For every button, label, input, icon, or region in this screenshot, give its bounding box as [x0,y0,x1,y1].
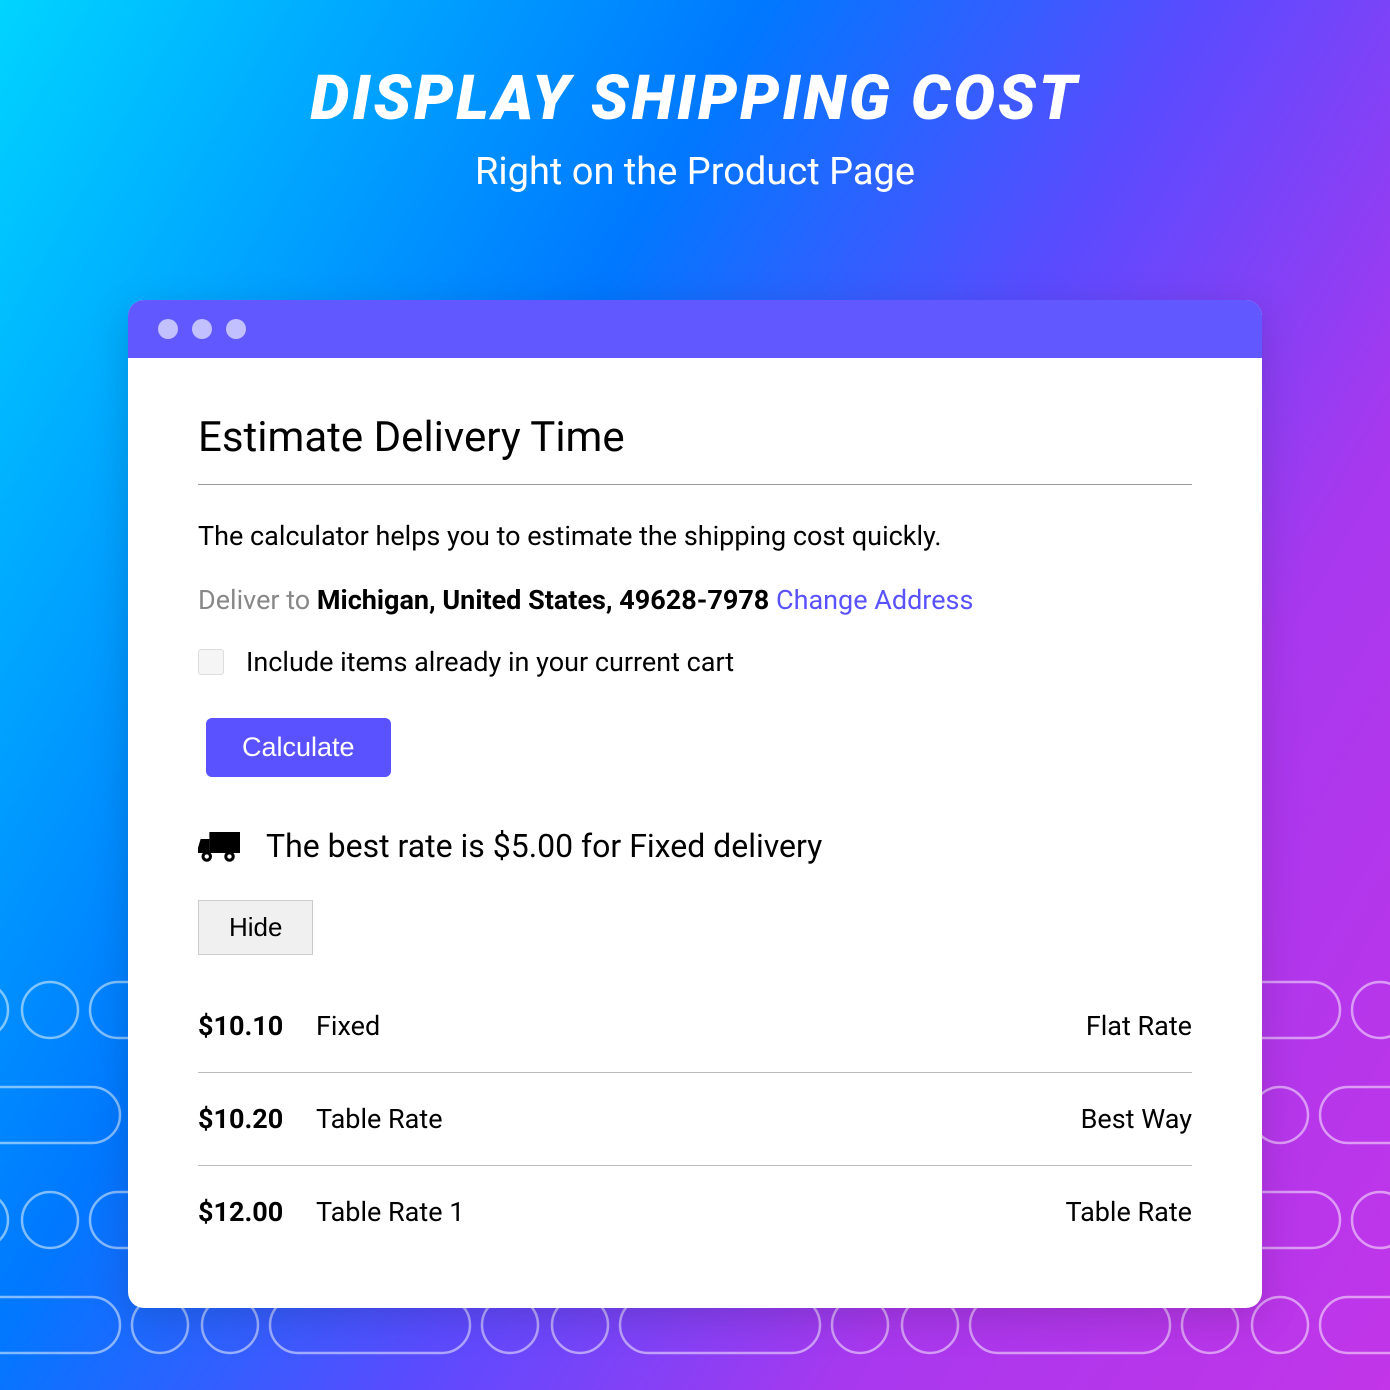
rate-price: $12.00 [198,1196,316,1228]
deliver-line: Deliver to Michigan, United States, 4962… [198,584,1192,616]
description: The calculator helps you to estimate the… [198,520,1192,552]
rate-name: Table Rate 1 [316,1196,1065,1228]
best-rate-text: The best rate is $5.00 for Fixed deliver… [266,827,822,865]
rates-table: $10.10 Fixed Flat Rate $10.20 Table Rate… [198,980,1192,1258]
rate-row: $12.00 Table Rate 1 Table Rate [198,1166,1192,1258]
include-cart-row: Include items already in your current ca… [198,646,1192,678]
header-subtitle: Right on the Product Page [0,150,1390,194]
rate-type: Flat Rate [1086,1010,1192,1042]
rate-type: Best Way [1081,1103,1192,1135]
rate-row: $10.20 Table Rate Best Way [198,1073,1192,1166]
panel-title: Estimate Delivery Time [198,413,1192,485]
calculate-button[interactable]: Calculate [206,718,391,777]
rate-type: Table Rate [1065,1196,1192,1228]
rate-price: $10.20 [198,1103,316,1135]
deliver-prefix: Deliver to [198,584,317,616]
rate-row: $10.10 Fixed Flat Rate [198,980,1192,1073]
header-title: DISPLAY SHIPPING COST [0,62,1390,135]
include-cart-label: Include items already in your current ca… [246,646,734,678]
rate-name: Table Rate [316,1103,1081,1135]
window-control-close[interactable] [158,319,178,339]
include-cart-checkbox[interactable] [198,649,224,675]
deliver-location: Michigan, United States, 49628-7978 [317,584,769,616]
window-control-maximize[interactable] [226,319,246,339]
change-address-link[interactable]: Change Address [776,584,973,616]
best-rate-row: The best rate is $5.00 for Fixed deliver… [198,827,1192,865]
window-titlebar [128,300,1262,358]
rate-price: $10.10 [198,1010,316,1042]
app-window: Estimate Delivery Time The calculator he… [128,300,1262,1308]
rate-name: Fixed [316,1010,1086,1042]
hide-button[interactable]: Hide [198,900,313,955]
window-control-minimize[interactable] [192,319,212,339]
window-body: Estimate Delivery Time The calculator he… [128,358,1262,1308]
header: DISPLAY SHIPPING COST Right on the Produ… [0,0,1390,194]
truck-icon [198,828,240,864]
